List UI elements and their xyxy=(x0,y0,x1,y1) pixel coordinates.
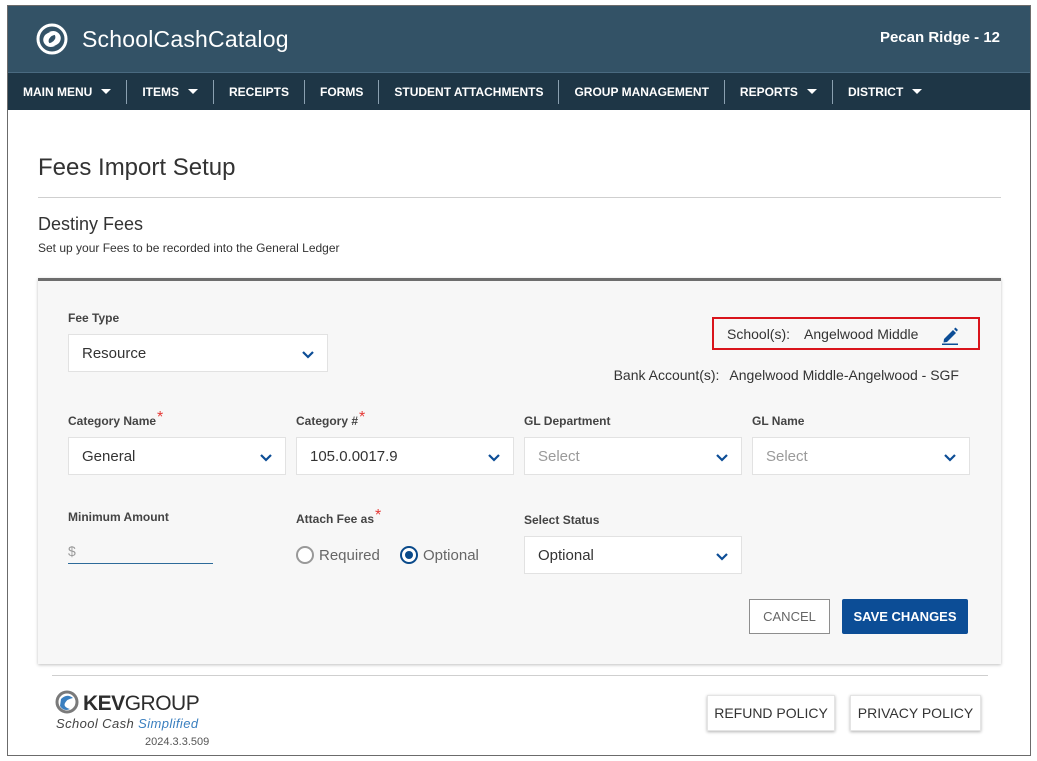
category-number-label: Category #* xyxy=(296,409,366,430)
label-text: Category # xyxy=(296,414,359,428)
privacy-policy-button[interactable]: PRIVACY POLICY xyxy=(850,695,981,731)
category-name-select[interactable]: General xyxy=(68,437,286,475)
footer-divider xyxy=(52,675,988,676)
wordmark-thin: GROUP xyxy=(124,692,200,715)
section-title: Destiny Fees xyxy=(38,214,144,234)
nav-label: REPORTS xyxy=(739,84,798,99)
current-school-label[interactable]: Pecan Ridge - 12 xyxy=(880,29,1000,46)
caret-down-icon xyxy=(806,89,817,94)
save-changes-button[interactable]: SAVE CHANGES xyxy=(842,599,968,634)
nav-forms[interactable]: FORMS xyxy=(305,79,380,104)
divider xyxy=(38,197,1001,198)
bank-account-info: Bank Account(s): Angelwood Middle-Angelwo… xyxy=(614,367,959,383)
page-title: Fees Import Setup xyxy=(38,154,236,181)
gl-name-select[interactable]: Select xyxy=(752,437,970,475)
radio-circle-selected xyxy=(400,546,418,564)
required-asterisk: * xyxy=(157,409,164,426)
kevgroup-tagline: School Cash Simplified xyxy=(56,716,198,731)
nav-group-management[interactable]: GROUP MANAGEMENT xyxy=(559,79,725,104)
nav-label: STUDENT ATTACHMENTS xyxy=(394,84,544,99)
gl-department-label: GL Department xyxy=(524,414,611,428)
nav-label: RECEIPTS xyxy=(229,84,290,99)
nav-district[interactable]: DISTRICT xyxy=(833,80,937,104)
caret-down-icon xyxy=(101,89,112,94)
currency-prefix: $ xyxy=(68,543,76,559)
chevron-down-icon xyxy=(488,454,500,462)
nav-reports[interactable]: REPORTS xyxy=(725,79,833,104)
chevron-down-icon xyxy=(716,553,728,561)
attach-fee-optional-radio[interactable]: Optional xyxy=(400,546,479,564)
radio-label: Required xyxy=(319,546,380,564)
chevron-down-icon xyxy=(716,454,728,462)
section-subtitle: Set up your Fees to be recorded into the… xyxy=(38,241,340,255)
bank-account-label: Bank Account(s): xyxy=(613,367,720,383)
top-bar: SchoolCashCatalog Pecan Ridge - 12 xyxy=(8,6,1030,72)
school-cash-logo-icon xyxy=(36,23,68,55)
schools-label: School(s): xyxy=(727,325,791,342)
kevgroup-wordmark: KEVGROUP xyxy=(83,692,200,716)
nav-main-menu[interactable]: MAIN MENU xyxy=(8,79,128,104)
app-version: 2024.3.3.509 xyxy=(145,736,210,748)
brand-name: SchoolCashCatalog xyxy=(82,26,289,52)
nav-items[interactable]: ITEMS xyxy=(127,79,214,104)
gl-name-placeholder: Select xyxy=(766,447,808,465)
nav-receipts[interactable]: RECEIPTS xyxy=(214,79,306,104)
radio-circle xyxy=(296,546,314,564)
bank-account-value: Angelwood Middle-Angelwood - SGF xyxy=(729,367,959,383)
app-window: SchoolCashCatalog Pecan Ridge - 12 MAIN … xyxy=(7,5,1031,756)
main-navigation: MAIN MENU ITEMS RECEIPTS FORMS STUDENT A… xyxy=(8,72,1030,110)
gl-name-label: GL Name xyxy=(752,414,805,428)
nav-label: ITEMS xyxy=(142,84,179,99)
cancel-button[interactable]: CANCEL xyxy=(749,599,830,634)
nav-label: DISTRICT xyxy=(847,84,904,99)
attach-fee-required-radio[interactable]: Required xyxy=(296,546,380,564)
label-text: Category Name xyxy=(68,414,157,428)
caret-down-icon xyxy=(912,89,923,94)
wordmark-bold: KEV xyxy=(83,692,125,715)
category-name-label: Category Name* xyxy=(68,409,164,430)
schools-value: Angelwood Middle xyxy=(804,325,919,342)
nav-label: GROUP MANAGEMENT xyxy=(574,84,709,99)
required-asterisk: * xyxy=(359,409,366,426)
category-number-select[interactable]: 105.0.0017.9 xyxy=(296,437,514,475)
category-number-value: 105.0.0017.9 xyxy=(310,447,398,465)
chevron-down-icon xyxy=(944,454,956,462)
tagline-plain: School Cash xyxy=(56,716,135,731)
nav-student-attachments[interactable]: STUDENT ATTACHMENTS xyxy=(379,79,560,104)
nav-label: MAIN MENU xyxy=(23,84,93,99)
minimum-amount-label: Minimum Amount xyxy=(68,510,169,524)
gl-department-select[interactable]: Select xyxy=(524,437,742,475)
category-name-value: General xyxy=(82,447,136,465)
gl-department-placeholder: Select xyxy=(538,447,580,465)
chevron-down-icon xyxy=(302,351,314,359)
kevgroup-logo-icon xyxy=(55,690,79,714)
label-text: Attach Fee as xyxy=(296,512,375,526)
minimum-amount-input[interactable]: $ xyxy=(68,539,213,564)
chevron-down-icon xyxy=(260,454,272,462)
status-value: Optional xyxy=(538,546,594,564)
pencil-edit-icon[interactable] xyxy=(940,325,960,345)
fee-type-select[interactable]: Resource xyxy=(68,334,328,372)
radio-label: Optional xyxy=(423,546,479,564)
status-select[interactable]: Optional xyxy=(524,536,742,574)
select-status-label: Select Status xyxy=(524,513,600,527)
fee-type-value: Resource xyxy=(82,344,147,362)
caret-down-icon xyxy=(188,89,198,94)
tagline-blue: Simplified xyxy=(138,716,199,731)
attach-fee-label: Attach Fee as* xyxy=(296,507,382,528)
required-asterisk: * xyxy=(375,507,382,524)
refund-policy-button[interactable]: REFUND POLICY xyxy=(707,695,835,731)
school-selector-highlight: School(s): Angelwood Middle xyxy=(712,317,980,350)
nav-label: FORMS xyxy=(320,84,364,99)
fee-type-label: Fee Type xyxy=(68,311,120,325)
